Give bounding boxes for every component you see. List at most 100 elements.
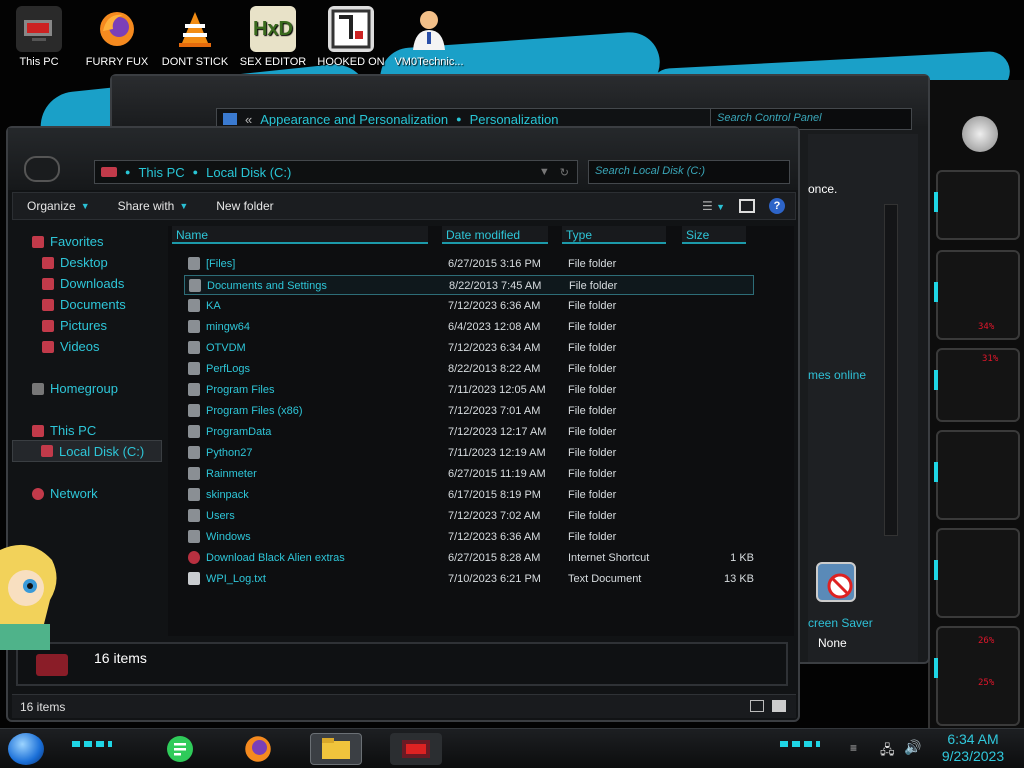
file-row[interactable]: Python27 7/11/2023 12:19 AM File folder [184,443,754,463]
sidebar-item-favorites[interactable]: Favorites [32,234,103,249]
breadcrumb-local-disk[interactable]: Local Disk (C:) [206,165,291,180]
file-row[interactable]: ProgramData 7/12/2023 12:17 AM File folder [184,422,754,442]
desktop-icon-furry-fux[interactable]: FURRY FUX [80,6,154,68]
organize-button[interactable]: Organize ▼ [13,199,104,213]
folder-icon [188,341,200,354]
control-panel-scrollbar[interactable] [884,204,898,536]
chevron-down-icon: ▼ [80,201,90,211]
file-date: 6/27/2015 8:28 AM [448,552,541,564]
desktop-icon-hooked-on[interactable]: HOOKED ON [314,6,388,68]
folder-icon [188,446,200,459]
file-size: 1 KB [730,552,754,564]
desktop-icon-vm0technic[interactable]: VM0Technic... [392,6,466,68]
desktop-icon-sex-editor[interactable]: HxD SEX EDITOR [236,6,310,68]
sidebar-item-desktop[interactable]: Desktop [42,255,108,270]
cartoon-character-decoration [0,540,62,650]
view-options-icon[interactable]: ☰ ▼ [702,199,725,213]
file-name: WPI_Log.txt [206,573,266,585]
file-type: Internet Shortcut [568,552,650,564]
sidebar-item-network[interactable]: Network [32,486,98,501]
file-type: File folder [568,447,617,459]
explorer-search-input[interactable]: Search Local Disk (C:) [588,160,790,184]
breadcrumb-appearance[interactable]: Appearance and Personalization [260,112,448,127]
sidebar-item-downloads[interactable]: Downloads [42,276,124,291]
gadget-box [934,430,1020,520]
explorer-address-bar[interactable]: ● This PC ● Local Disk (C:) ▼ ↻ [94,160,578,184]
file-name: skinpack [206,489,249,501]
file-type: File folder [568,468,617,480]
file-name: [Files] [206,258,236,270]
breadcrumb-this-pc[interactable]: This PC [138,165,184,180]
taskbar-accent [72,741,112,747]
file-row[interactable]: Download Black Alien extras 6/27/2015 8:2… [184,548,754,568]
screen-saver-icon[interactable] [816,562,856,602]
network-tray-icon[interactable]: 🖧 [880,741,895,763]
sidebar-item-this-pc[interactable]: This PC [32,423,96,438]
alien-logo-icon [962,116,998,152]
file-row[interactable]: OTVDM 7/12/2023 6:34 AM File folder [184,338,754,358]
taskbar-app-notes[interactable] [160,733,200,765]
column-header-type[interactable]: Type [562,226,666,244]
taskbar-app-firefox[interactable] [238,733,278,765]
taskbar-accent [780,741,820,747]
file-row[interactable]: WPI_Log.txt 7/10/2023 6:21 PM Text Documen… [184,569,754,589]
file-row[interactable]: [Files] 6/27/2015 3:16 PM File folder [184,254,754,274]
file-row[interactable]: Program Files (x86) 7/12/2023 7:01 AM File… [184,401,754,421]
desktop-icon-dont-stick[interactable]: DONT STICK [158,6,232,68]
start-button[interactable] [8,733,44,765]
file-row[interactable]: mingw64 6/4/2023 12:08 AM File folder [184,317,754,337]
screen-saver-link[interactable]: creen Saver [808,616,873,630]
sidebar-label: Videos [60,339,100,354]
taskbar-app-control-panel[interactable] [390,733,442,765]
file-name: KA [206,300,221,312]
sidebar-label: Downloads [60,276,125,291]
organize-label: Organize [27,199,76,213]
column-header-name[interactable]: Name [172,226,428,244]
help-icon[interactable]: ? [769,198,785,214]
documents-icon [42,298,54,311]
file-row[interactable]: Program Files 7/11/2023 12:05 AM File fold… [184,380,754,400]
downloads-icon [42,277,54,290]
chevron-down-icon[interactable]: ▼ [539,166,550,179]
file-name: Users [206,510,235,522]
folder-icon [189,279,201,292]
file-row[interactable]: skinpack 6/17/2015 8:19 PM File folder [184,485,754,505]
get-themes-online-link[interactable]: mes online [808,368,866,382]
sidebar-item-documents[interactable]: Documents [42,297,126,312]
sidebar-label: Local Disk (C:) [59,443,145,459]
file-row[interactable]: Rainmeter 6/27/2015 11:19 AM File folder [184,464,754,484]
preview-pane-icon[interactable] [739,199,755,213]
back-forward-button[interactable] [24,156,60,182]
file-row[interactable]: KA 7/12/2023 6:36 AM File folder [184,296,754,316]
computer-icon [32,424,44,437]
new-folder-label: New folder [216,199,274,213]
file-row[interactable]: Users 7/12/2023 7:02 AM File folder [184,506,754,526]
sidebar-item-homegroup[interactable]: Homegroup [32,381,118,396]
new-folder-button[interactable]: New folder [202,199,287,213]
column-header-date-modified[interactable]: Date modified [442,226,548,244]
share-with-button[interactable]: Share with ▼ [104,199,203,213]
drive-icon [101,167,117,177]
taskbar-clock[interactable]: 6:34 AM 9/23/2023 [930,731,1016,765]
file-row[interactable]: Windows 7/12/2023 6:36 AM File folder [184,527,754,547]
file-row[interactable]: Documents and Settings 8/22/2013 7:45 AM F… [184,275,754,295]
file-type: File folder [568,321,617,333]
file-date: 6/4/2023 12:08 AM [448,321,541,333]
explorer-window[interactable]: ● This PC ● Local Disk (C:) ▼ ↻ Search L… [6,126,800,722]
sidebar-item-videos[interactable]: Videos [42,339,100,354]
refresh-icon[interactable]: ↻ [560,166,569,179]
desktop-icon-this-pc[interactable]: This PC [2,6,76,68]
column-header-size[interactable]: Size [682,226,746,244]
volume-icon[interactable]: 🔊 [904,739,921,756]
taskbar-app-explorer[interactable] [310,733,362,765]
file-name: Rainmeter [206,468,257,480]
file-date: 7/12/2023 7:02 AM [448,510,541,522]
file-row[interactable]: PerfLogs 8/22/2013 8:22 AM File folder [184,359,754,379]
large-icons-view-icon[interactable] [772,700,786,712]
sidebar-item-pictures[interactable]: Pictures [42,318,107,333]
show-hidden-icons-icon[interactable]: ≡ [850,741,857,755]
details-view-icon[interactable] [750,700,764,712]
breadcrumb-personalization[interactable]: Personalization [470,112,559,127]
folder-icon [188,383,200,396]
sidebar-item-local-disk[interactable]: Local Disk (C:) [12,440,162,462]
